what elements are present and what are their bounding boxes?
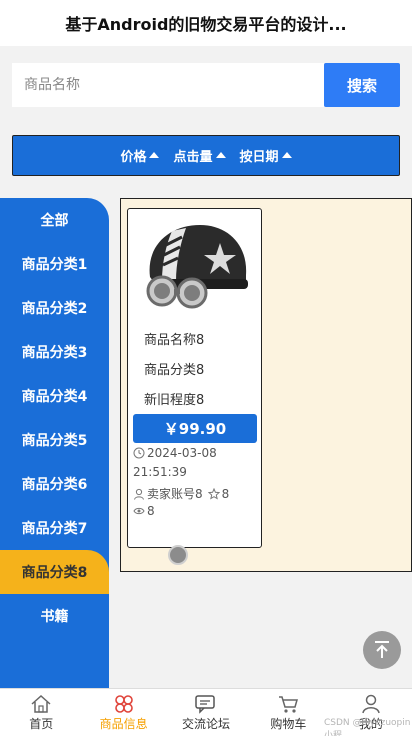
category-all[interactable]: 全部 <box>0 198 109 242</box>
post-date-text: 2024-03-08 <box>147 446 217 460</box>
sort-price-button[interactable]: 价格 <box>120 146 160 165</box>
product-card[interactable]: 商品名称8 商品分类8 新旧程度8 ￥99.90 2024-03-08 21:5… <box>127 208 262 548</box>
helmet-image <box>146 225 248 309</box>
tab-goods-label: 商品信息 <box>99 716 148 731</box>
tab-cart-label: 购物车 <box>270 716 307 731</box>
favorite-count: 8 <box>221 486 230 501</box>
sort-date-label: 按日期 <box>239 150 279 165</box>
product-condition: 新旧程度8 <box>144 393 205 408</box>
sort-bar: 价格 点击量 按日期 <box>12 135 400 176</box>
tab-home-label: 首页 <box>29 716 54 731</box>
product-name: 商品名称8 <box>144 333 205 348</box>
user-icon <box>362 694 380 713</box>
star-icon <box>207 487 220 500</box>
price-button[interactable]: ￥99.90 <box>133 414 257 443</box>
user-icon <box>134 488 144 500</box>
tab-goods[interactable]: 商品信息 <box>82 689 164 736</box>
search-bar: 搜索 <box>12 63 400 107</box>
category-4[interactable]: 商品分类4 <box>0 374 109 418</box>
search-input[interactable] <box>12 63 324 107</box>
goods-icon <box>114 694 133 713</box>
tab-forum-label: 交流论坛 <box>182 716 231 731</box>
category-2[interactable]: 商品分类2 <box>0 286 109 330</box>
arrow-up-icon <box>375 641 389 658</box>
sort-price-label: 价格 <box>120 150 147 165</box>
category-7[interactable]: 商品分类7 <box>0 506 109 550</box>
cart-icon <box>279 695 299 713</box>
category-sidebar: 全部 商品分类1 商品分类2 商品分类3 商品分类4 商品分类5 商品分类6 商… <box>0 198 109 688</box>
seller-name: 卖家账号8 <box>147 487 203 501</box>
post-date: 2024-03-08 <box>133 446 217 460</box>
tab-cart[interactable]: 购物车 <box>247 689 329 736</box>
caret-up-icon <box>281 151 292 158</box>
category-books[interactable]: 书籍 <box>0 594 109 638</box>
tab-home[interactable]: 首页 <box>0 689 82 736</box>
forum-icon <box>195 694 215 714</box>
caret-up-icon <box>215 151 226 158</box>
tab-forum[interactable]: 交流论坛 <box>165 689 247 736</box>
caret-up-icon <box>149 151 160 158</box>
seller-info: 卖家账号8 8 <box>133 485 229 502</box>
eye-icon <box>133 507 145 515</box>
product-category: 商品分类8 <box>144 363 205 378</box>
category-1[interactable]: 商品分类1 <box>0 242 109 286</box>
app-screen: 基于Android的旧物交易平台的设计... 搜索 价格 点击量 按日期 全部 … <box>0 0 412 736</box>
clock-icon <box>133 447 145 459</box>
watermark: CSDN @biyezuopin小程 <box>324 718 411 736</box>
view-info: 8 <box>133 504 155 518</box>
category-5[interactable]: 商品分类5 <box>0 418 109 462</box>
category-6[interactable]: 商品分类6 <box>0 462 109 506</box>
floating-drag-handle[interactable] <box>168 545 188 565</box>
view-count: 8 <box>147 504 155 518</box>
post-time: 21:51:39 <box>133 465 187 479</box>
page-title: 基于Android的旧物交易平台的设计... <box>0 0 412 46</box>
sort-clicks-button[interactable]: 点击量 <box>173 146 226 165</box>
sort-date-button[interactable]: 按日期 <box>240 146 292 165</box>
sort-clicks-label: 点击量 <box>173 150 213 165</box>
post-time-text: 21:51:39 <box>133 465 187 479</box>
category-3[interactable]: 商品分类3 <box>0 330 109 374</box>
product-list: 商品名称8 商品分类8 新旧程度8 ￥99.90 2024-03-08 21:5… <box>120 198 412 572</box>
category-8-active[interactable]: 商品分类8 <box>0 550 109 594</box>
home-icon <box>31 694 51 713</box>
search-button[interactable]: 搜索 <box>324 63 400 107</box>
back-to-top-button[interactable] <box>363 631 401 669</box>
